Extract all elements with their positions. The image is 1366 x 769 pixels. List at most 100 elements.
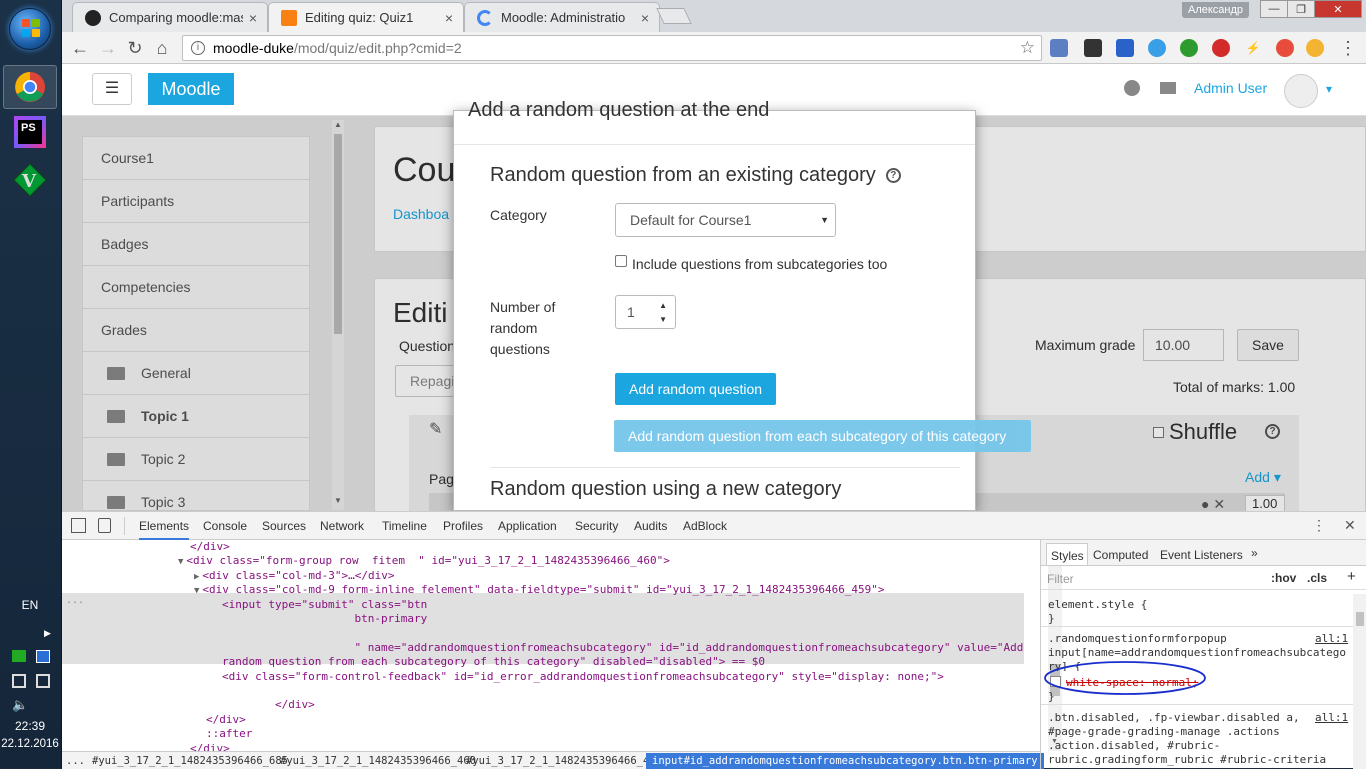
dom-node-line[interactable]: ▶ <div class="col-md-3">…</div> — [62, 569, 1024, 583]
rule-source-link[interactable]: all:1 — [1315, 711, 1348, 724]
maximize-button[interactable]: ❐ — [1287, 0, 1315, 18]
devtools-menu-icon[interactable]: ⋮ — [1312, 517, 1326, 534]
devtools-tab-elements[interactable]: Elements — [139, 519, 190, 540]
bookmark-star-icon[interactable]: ☆ — [1020, 38, 1035, 58]
hov-toggle[interactable]: :hov — [1271, 571, 1296, 585]
monitor-icon[interactable] — [36, 674, 50, 688]
flower-extension-icon[interactable] — [1306, 39, 1324, 57]
taskbar-vim[interactable]: V — [3, 158, 57, 202]
element-style-rule[interactable]: element.style { — [1048, 598, 1147, 611]
minimize-button[interactable]: — — [1260, 0, 1288, 18]
notifications-icon[interactable] — [1124, 80, 1140, 96]
close-window-button[interactable]: ✕ — [1314, 0, 1362, 18]
dom-node-line[interactable]: ▼ <div class="col-md-9 form-inline feleme… — [62, 583, 1024, 597]
devtools-tab-profiles[interactable]: Profiles — [443, 519, 483, 533]
help-icon[interactable]: ? — [885, 168, 901, 184]
blue-extension-icon[interactable] — [1148, 39, 1166, 57]
dom-node-line[interactable]: </div> — [62, 742, 1024, 751]
expand-toggle-icon[interactable]: ▼ — [178, 557, 183, 567]
add-random-question-button[interactable]: Add random question — [615, 373, 777, 405]
styles-filter-input[interactable]: Filter — [1047, 572, 1074, 586]
devtools-tab-adblock[interactable]: AdBlock — [683, 519, 727, 533]
start-button[interactable] — [9, 8, 51, 50]
subtab-event-listeners[interactable]: Event Listeners — [1160, 548, 1243, 562]
dom-node-line[interactable]: </div> — [62, 540, 1024, 554]
y-extension-icon[interactable] — [1116, 39, 1134, 57]
tab-github[interactable]: Comparing moodle:mast × — [72, 2, 268, 32]
profile-chip[interactable]: Александр — [1182, 2, 1250, 18]
flag-icon[interactable] — [12, 650, 26, 662]
taskbar-chrome[interactable] — [3, 65, 57, 109]
clipboard-icon[interactable] — [12, 674, 26, 688]
rule-selector[interactable]: .randomquestionformforpopup — [1048, 632, 1227, 645]
moodle-brand-link[interactable]: Moodle — [148, 73, 234, 105]
dom-node-line[interactable]: </div> — [62, 713, 1024, 727]
dark-extension-icon[interactable] — [1084, 39, 1102, 57]
dom-node-line[interactable] — [62, 626, 1024, 640]
volume-icon[interactable]: 🔈 — [12, 697, 28, 713]
subtab-styles[interactable]: Styles — [1046, 543, 1088, 565]
reload-icon[interactable]: ↻ — [125, 38, 145, 58]
dom-node-line[interactable]: <input type="submit" class="btn — [62, 598, 1024, 612]
devtools-close-icon[interactable]: ✕ — [1344, 517, 1356, 534]
clock-time[interactable]: 22:39 — [0, 719, 60, 733]
dom-node-line[interactable]: random question from each subcategory of… — [62, 655, 1024, 669]
network-icon[interactable] — [36, 650, 50, 663]
devtools-tab-application[interactable]: Application — [498, 519, 557, 533]
lightning-extension-icon[interactable]: ⚡ — [1244, 39, 1262, 57]
drawer-toggle-button[interactable]: ☰ — [92, 73, 132, 105]
styles-scrollbar[interactable] — [1353, 594, 1366, 769]
rule-selector[interactable]: .btn.disabled, .fp-viewbar.disabled a, — [1048, 711, 1300, 724]
devtools-tab-network[interactable]: Network — [320, 519, 364, 533]
devtools-tab-timeline[interactable]: Timeline — [382, 519, 427, 533]
devtools-tab-audits[interactable]: Audits — [634, 519, 667, 533]
crumb-item[interactable]: #yui_3_17_2_1_1482435396466_685 — [92, 753, 288, 769]
category-select[interactable]: Default for Course1 ▼ — [615, 203, 836, 237]
device-toolbar-icon[interactable] — [98, 518, 111, 533]
dom-node-line[interactable]: <div class="form-control-feedback" id="i… — [62, 670, 1024, 684]
opera-extension-icon[interactable] — [1212, 39, 1230, 57]
user-menu-name[interactable]: Admin User — [1194, 80, 1267, 96]
tab-close-icon[interactable]: × — [249, 10, 257, 26]
tab-moodle-admin[interactable]: Moodle: Administratio × — [464, 2, 660, 32]
rule-selector[interactable]: #page-grade-grading-manage .actions — [1048, 725, 1280, 738]
language-indicator[interactable]: EN — [0, 598, 60, 612]
expand-toggle-icon[interactable]: ▶ — [194, 572, 199, 582]
devtools-tab-sources[interactable]: Sources — [262, 519, 306, 533]
dom-node-line[interactable]: ▼ <div class="form-group row fitem " id="… — [62, 554, 1024, 568]
dom-node-line[interactable]: " name="addrandomquestionfromeachsubcate… — [62, 641, 1024, 655]
google-extension-icon[interactable] — [1276, 39, 1294, 57]
devtools-tab-security[interactable]: Security — [575, 519, 618, 533]
forward-icon[interactable]: → — [98, 38, 118, 58]
back-icon[interactable]: ← — [70, 38, 90, 58]
tray-expand-icon[interactable]: ▶ — [44, 628, 51, 639]
crumb-item-active[interactable]: input#id_addrandomquestionfromeachsubcat… — [646, 753, 1044, 769]
tab-close-icon[interactable]: × — [445, 10, 453, 26]
address-bar[interactable]: i moodle-duke/mod/quiz/edit.php?cmid=2 ☆ — [182, 35, 1042, 61]
crumb-item[interactable]: #yui_3_17_2_1_1482435396466_460 — [280, 753, 476, 769]
rule-source-link[interactable]: all:1 — [1315, 632, 1348, 645]
home-icon[interactable]: ⌂ — [152, 38, 172, 58]
expand-toggle-icon[interactable]: ▼ — [194, 586, 199, 596]
number-select[interactable]: 1 ▲ ▼ — [615, 295, 676, 329]
mail-extension-icon[interactable] — [1050, 39, 1068, 57]
chrome-menu-icon[interactable]: ⋮ — [1338, 38, 1358, 58]
elements-tree[interactable]: ... </div> ▼ <div class="form-group row fi… — [62, 540, 1024, 751]
dom-node-line[interactable]: btn-primary — [62, 612, 1024, 626]
avatar[interactable] — [1284, 74, 1318, 108]
dom-node-line[interactable]: </div> — [62, 698, 1024, 712]
site-info-icon[interactable]: i — [191, 41, 205, 55]
cls-toggle[interactable]: .cls — [1307, 571, 1327, 585]
new-tab-button[interactable] — [656, 8, 692, 24]
rule-selector[interactable]: rubric.gradingform_rubric #rubric-criter… — [1048, 753, 1326, 766]
tab-editing-quiz[interactable]: Editing quiz: Quiz1 × — [268, 2, 464, 32]
crumb-ellipsis[interactable]: ... — [66, 753, 85, 769]
subtab-computed[interactable]: Computed — [1093, 548, 1148, 562]
include-subcategories-checkbox[interactable] — [615, 255, 627, 267]
gear-extension-icon[interactable] — [1180, 39, 1198, 57]
tab-close-icon[interactable]: × — [641, 10, 649, 26]
chevron-down-icon[interactable]: ▾ — [1326, 82, 1332, 96]
clock-date[interactable]: 22.12.2016 — [0, 738, 60, 750]
crumb-item[interactable]: #yui_3_17_2_1_1482435396466_459 — [466, 753, 662, 769]
add-random-each-subcategory-button[interactable]: Add random question from each subcategor… — [614, 420, 1031, 452]
